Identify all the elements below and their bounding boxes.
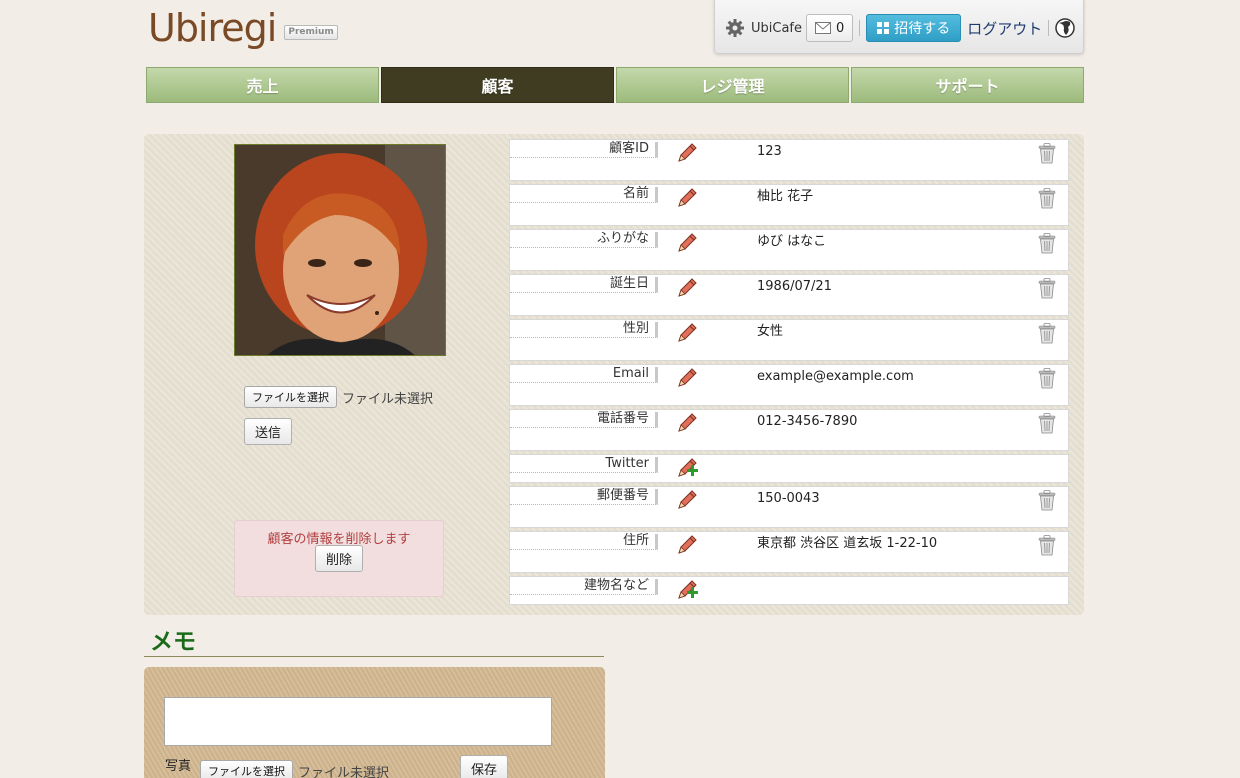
pencil-icon[interactable] xyxy=(676,142,698,164)
field-row: Twitter xyxy=(509,454,1069,483)
pencil-icon[interactable] xyxy=(676,232,698,254)
gift-icon xyxy=(877,22,890,34)
pencil-icon[interactable] xyxy=(676,322,698,344)
envelope-icon xyxy=(815,22,831,34)
memo-photo-label: 写真 xyxy=(165,759,192,774)
premium-badge: Premium xyxy=(284,25,338,40)
trash-icon[interactable] xyxy=(1038,233,1056,254)
pencil-icon[interactable] xyxy=(676,367,698,389)
account-toolbar: UbiCafe 0 招待する ログアウト xyxy=(714,0,1084,54)
memo-choose-file-button[interactable]: ファイルを選択 xyxy=(200,760,293,778)
field-row: 名前 柚比 花子 xyxy=(509,184,1069,226)
field-row: 誕生日 1986/07/21 xyxy=(509,274,1069,316)
field-value: 女性 xyxy=(757,324,784,339)
field-value: 012-3456-7890 xyxy=(757,414,858,429)
pencil-icon[interactable] xyxy=(676,489,698,511)
delete-button[interactable]: 削除 xyxy=(315,545,363,572)
memo-textarea[interactable] xyxy=(164,697,552,746)
memo-save-button[interactable]: 保存 xyxy=(460,755,508,778)
memo-title: メモ xyxy=(150,629,196,655)
tab-sales[interactable]: 売上 xyxy=(146,67,379,103)
tab-customers[interactable]: 顧客 xyxy=(381,67,614,103)
field-row: 住所 東京都 渋谷区 道玄坂 1-22-10 xyxy=(509,531,1069,573)
field-value: 東京都 渋谷区 道玄坂 1-22-10 xyxy=(757,536,938,551)
field-label: 誕生日 xyxy=(510,277,658,293)
memo-file-status: ファイル未選択 xyxy=(298,765,390,778)
trash-icon[interactable] xyxy=(1038,368,1056,389)
invite-button[interactable]: 招待する xyxy=(866,14,962,42)
memo-file-row: ファイルを選択 ファイル未選択 xyxy=(200,760,389,778)
field-label: Twitter xyxy=(510,457,658,473)
shop-name[interactable]: UbiCafe xyxy=(751,21,802,36)
field-label: 郵便番号 xyxy=(510,489,658,505)
tab-register-management[interactable]: レジ管理 xyxy=(616,67,849,103)
field-label: Email xyxy=(510,367,658,383)
pencil-icon[interactable] xyxy=(676,277,698,299)
field-value: example@example.com xyxy=(757,369,914,384)
trash-icon[interactable] xyxy=(1038,323,1056,344)
submit-photo-button[interactable]: 送信 xyxy=(244,418,292,445)
field-row: Email example@example.com xyxy=(509,364,1069,406)
field-label: 性別 xyxy=(510,322,658,338)
trash-icon[interactable] xyxy=(1038,278,1056,299)
add-pencil-icon[interactable] xyxy=(676,579,698,601)
tab-support[interactable]: サポート xyxy=(851,67,1084,103)
field-value: 1986/07/21 xyxy=(757,279,832,294)
pencil-icon[interactable] xyxy=(676,534,698,556)
field-label: 建物名など xyxy=(510,579,658,595)
logo-text: Ubiregi xyxy=(148,6,277,50)
add-pencil-icon[interactable] xyxy=(676,457,698,479)
divider xyxy=(859,20,861,36)
messages-button[interactable]: 0 xyxy=(806,14,854,42)
trash-icon[interactable] xyxy=(1038,535,1056,556)
main-nav: 売上 顧客 レジ管理 サポート xyxy=(146,67,1084,103)
pencil-icon[interactable] xyxy=(676,187,698,209)
customer-photo xyxy=(234,144,446,356)
memo-divider xyxy=(144,656,604,657)
logout-link[interactable]: ログアウト xyxy=(967,18,1042,39)
field-label: 名前 xyxy=(510,187,658,203)
field-row: 建物名など xyxy=(509,576,1069,605)
trash-icon[interactable] xyxy=(1038,490,1056,511)
trash-icon[interactable] xyxy=(1038,413,1056,434)
message-count: 0 xyxy=(836,20,845,36)
field-value: ゆび はなこ xyxy=(757,234,827,249)
invite-label: 招待する xyxy=(894,21,951,37)
photo-file-row: ファイルを選択 ファイル未選択 xyxy=(244,386,433,408)
gear-icon[interactable] xyxy=(725,18,745,38)
trash-icon[interactable] xyxy=(1038,188,1056,209)
field-row: 性別 女性 xyxy=(509,319,1069,361)
file-status: ファイル未選択 xyxy=(342,391,434,407)
field-row: 顧客ID 123 xyxy=(509,139,1069,181)
ubiregi-logo[interactable]: Ubiregi Premium xyxy=(148,8,338,48)
field-label: 住所 xyxy=(510,534,658,550)
field-label: 顧客ID xyxy=(510,142,658,158)
globe-icon[interactable] xyxy=(1055,18,1076,38)
field-value: 123 xyxy=(757,144,782,159)
divider xyxy=(1048,20,1050,36)
field-row: 電話番号 012-3456-7890 xyxy=(509,409,1069,451)
field-value: 150-0043 xyxy=(757,491,820,506)
field-label: ふりがな xyxy=(510,232,658,248)
pencil-icon[interactable] xyxy=(676,412,698,434)
field-value: 柚比 花子 xyxy=(757,189,814,204)
choose-file-button[interactable]: ファイルを選択 xyxy=(244,386,337,408)
trash-icon[interactable] xyxy=(1038,143,1056,164)
field-label: 電話番号 xyxy=(510,412,658,428)
field-row: 郵便番号 150-0043 xyxy=(509,486,1069,528)
field-row: ふりがな ゆび はなこ xyxy=(509,229,1069,271)
